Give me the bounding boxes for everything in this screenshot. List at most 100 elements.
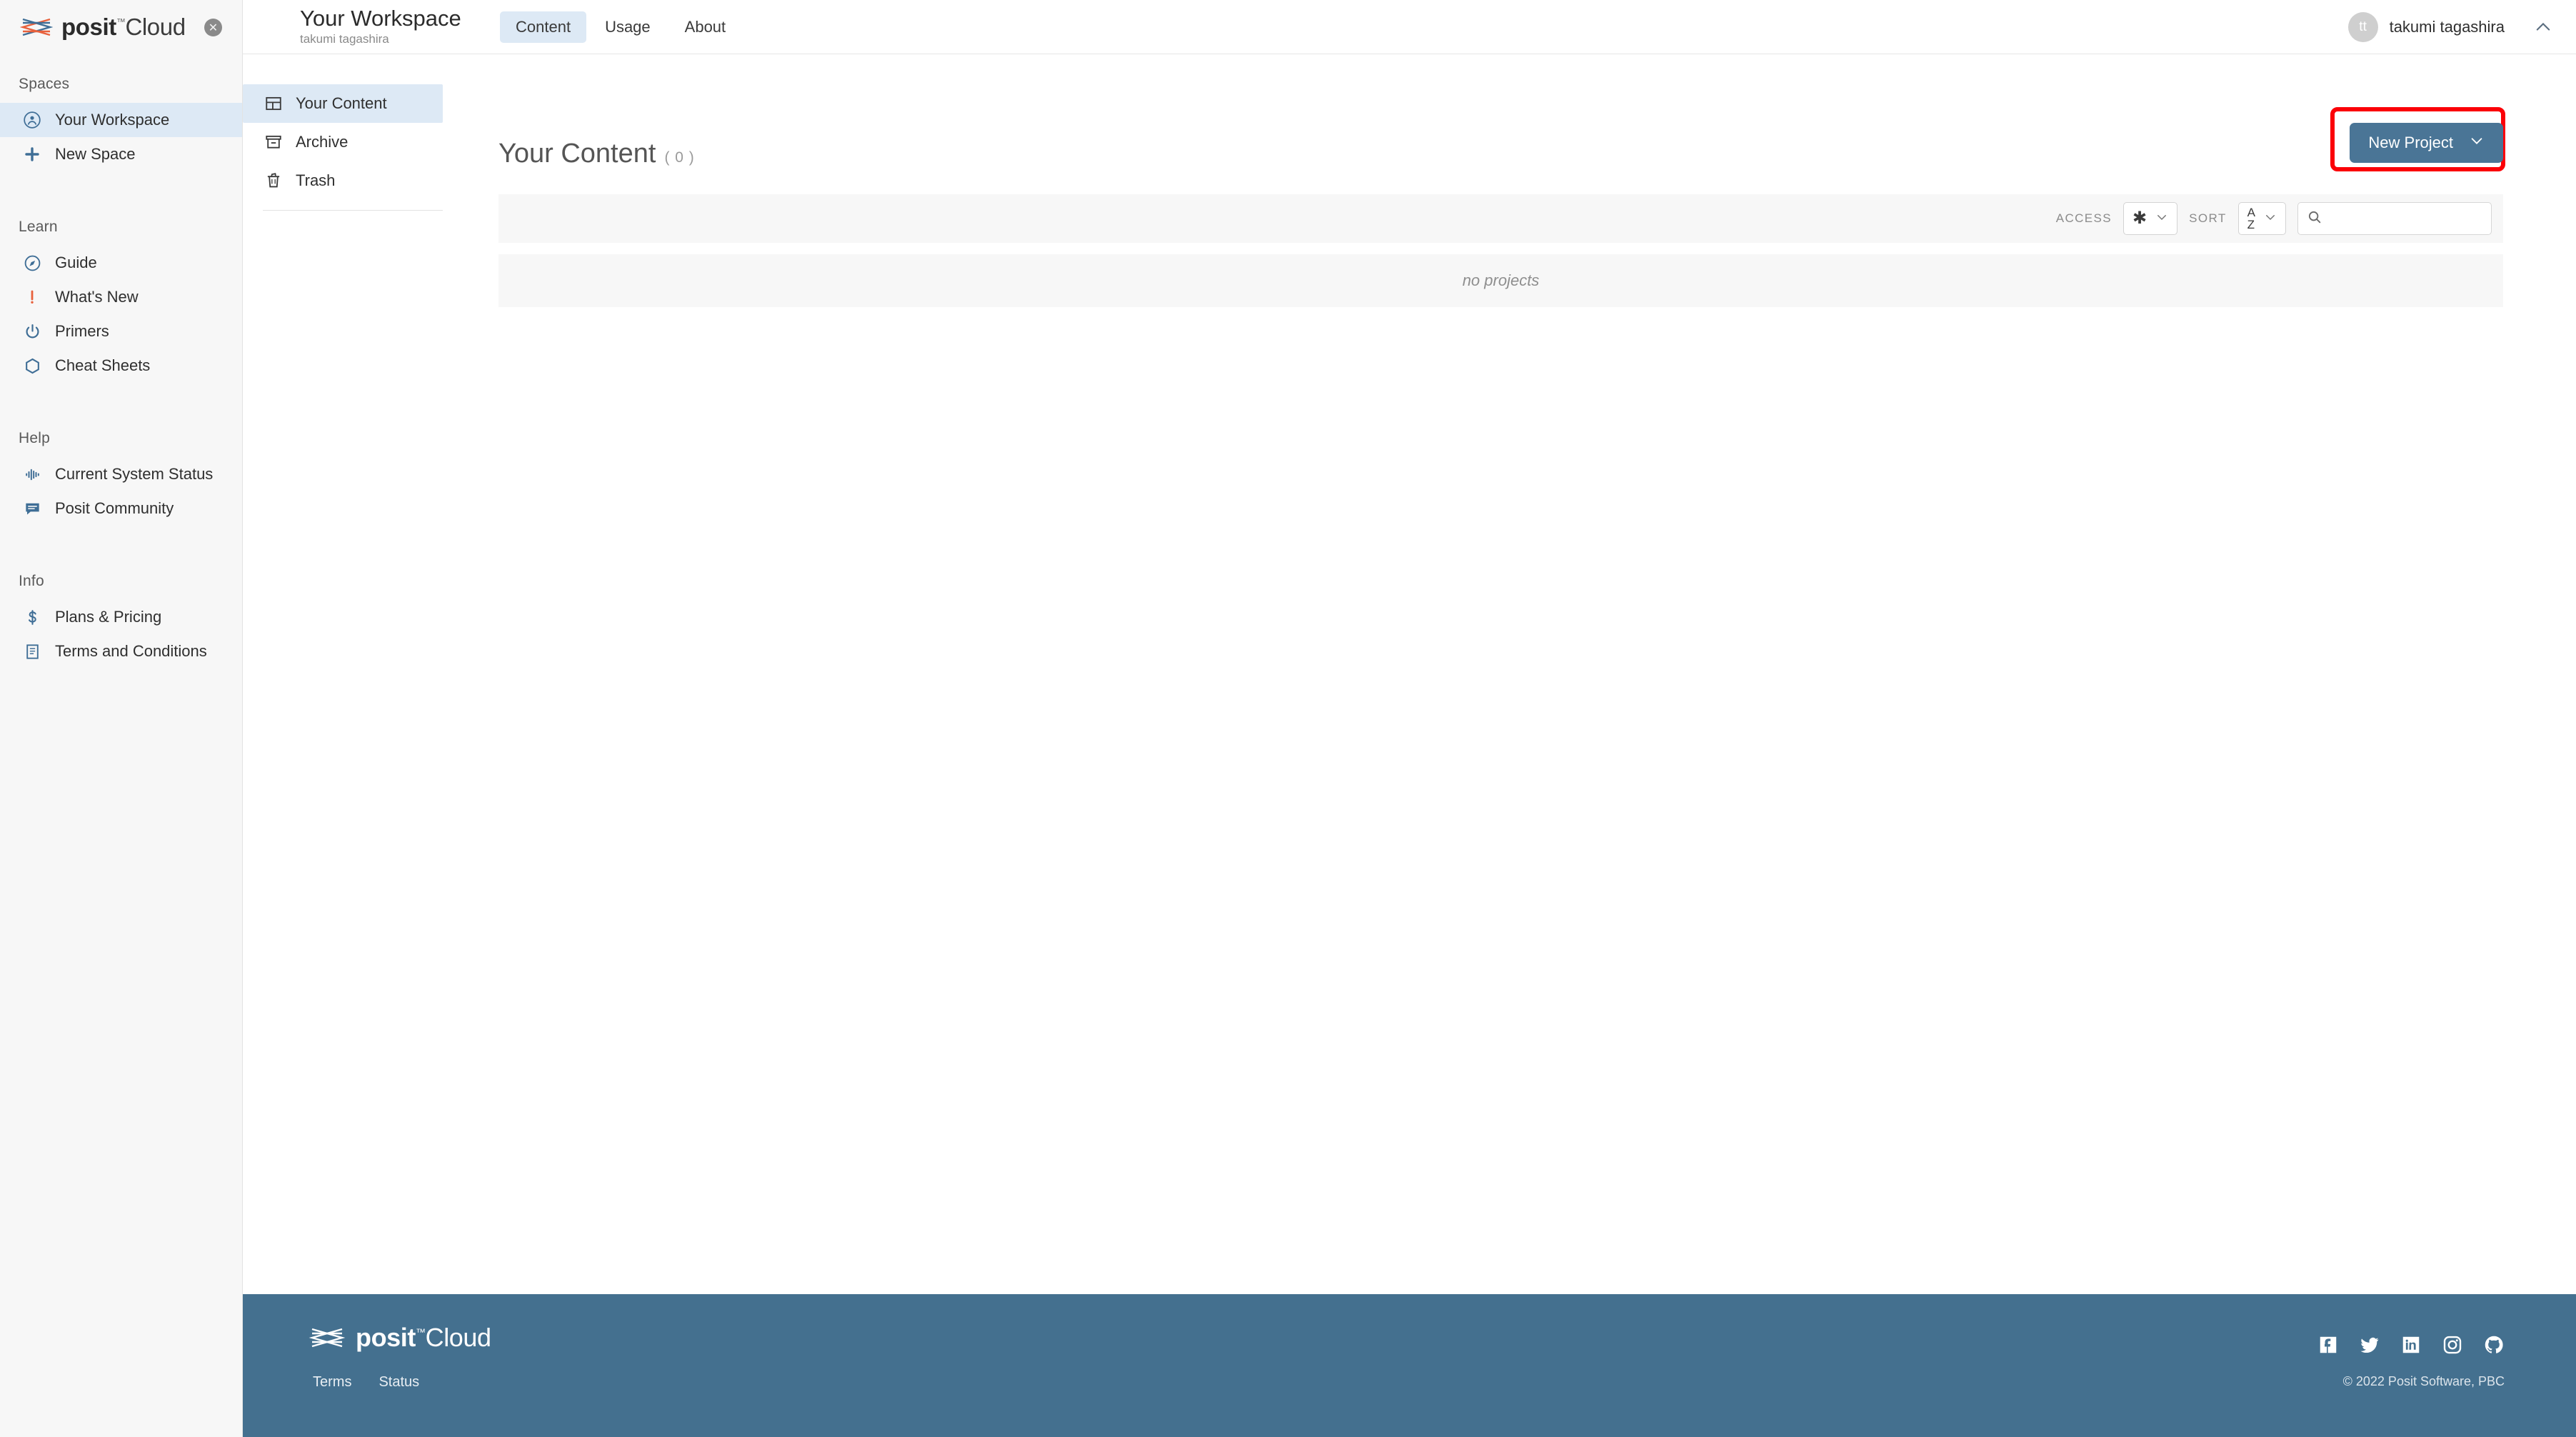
chat-icon — [21, 498, 43, 519]
content-nav: Your Content Archive Trash — [243, 54, 457, 1294]
document-icon — [21, 641, 43, 662]
sidebar-item-label: Posit Community — [55, 499, 174, 517]
new-project-button[interactable]: New Project — [2350, 123, 2503, 163]
sidebar-item-label: Terms and Conditions — [55, 642, 207, 660]
twitter-icon[interactable] — [2359, 1334, 2380, 1359]
facebook-icon[interactable] — [2317, 1334, 2339, 1359]
user-circle-icon — [21, 109, 43, 131]
sidebar-item-label: Plans & Pricing — [55, 608, 162, 626]
workspace-owner: takumi tagashira — [300, 32, 389, 46]
empty-state-row: no projects — [498, 254, 2503, 307]
asterisk-icon: ✱ — [2133, 209, 2147, 228]
close-icon[interactable]: ✕ — [204, 19, 222, 36]
sidebar-item-new-space[interactable]: New Space — [0, 137, 242, 171]
content-nav-item-archive[interactable]: Archive — [243, 123, 443, 161]
top-bar: Your Workspace takumi tagashira Content … — [243, 0, 2576, 54]
user-menu[interactable]: tt takumi tagashira — [2347, 0, 2505, 54]
sidebar-group-learn-label: Learn — [19, 219, 58, 235]
right-pane: Your Workspace takumi tagashira Content … — [243, 0, 2576, 1437]
sidebar-item-label: Current System Status — [55, 465, 214, 483]
search-input[interactable] — [2330, 211, 2482, 226]
sort-select[interactable]: A Z — [2237, 202, 2286, 235]
divider — [263, 210, 443, 211]
empty-state-message: no projects — [1462, 271, 1540, 289]
sidebar-item-label: Cheat Sheets — [55, 356, 151, 374]
chevron-up-icon[interactable] — [2533, 17, 2553, 41]
sidebar-item-terms-and-conditions[interactable]: Terms and Conditions — [0, 634, 242, 669]
sort-az-bottom: Z — [2247, 218, 2255, 231]
sidebar-group-spaces-label: Spaces — [19, 76, 70, 92]
top-tabs: Content Usage About — [500, 11, 741, 43]
brand-cloud: Cloud — [125, 14, 186, 40]
workspace-heading: Your Workspace takumi tagashira — [243, 5, 500, 47]
access-filter-select[interactable]: ✱ — [2123, 202, 2178, 235]
sidebar-item-guide[interactable]: Guide — [0, 246, 242, 280]
footer-link-terms[interactable]: Terms — [313, 1374, 351, 1391]
search-box[interactable] — [2297, 202, 2492, 235]
sidebar-item-whats-new[interactable]: What's New — [0, 280, 242, 314]
footer-wordmark: posit™Cloud — [356, 1323, 491, 1353]
left-sidebar: posit™Cloud ✕ Spaces Your Workspace New … — [0, 0, 243, 1437]
chevron-down-icon — [2155, 211, 2168, 227]
sidebar-item-plans-and-pricing[interactable]: Plans & Pricing — [0, 600, 242, 634]
tab-content[interactable]: Content — [500, 11, 587, 43]
sidebar-item-cheat-sheets[interactable]: Cheat Sheets — [0, 349, 242, 383]
dollar-icon — [21, 606, 43, 628]
footer-posit: posit — [356, 1323, 416, 1352]
content-title: Your Content — [498, 139, 656, 169]
power-icon — [21, 321, 43, 342]
archive-box-icon — [263, 131, 284, 153]
main-header: Your Content ( 0 ) New Project — [498, 54, 2506, 171]
sidebar-item-label: Your Workspace — [55, 111, 170, 129]
footer-cloud: Cloud — [425, 1323, 491, 1352]
content-nav-label: Your Content — [296, 94, 387, 112]
brand-posit: posit — [61, 14, 116, 40]
search-icon — [2307, 209, 2322, 229]
sort-az-top: A — [2247, 206, 2255, 219]
content-nav-label: Archive — [296, 133, 349, 151]
sort-az-icon: A Z — [2247, 206, 2255, 231]
access-label: ACCESS — [2055, 211, 2113, 225]
grid-icon — [263, 93, 284, 114]
github-icon[interactable] — [2483, 1334, 2505, 1359]
sidebar-item-label: Primers — [55, 322, 109, 340]
content-body: Your Content Archive Trash Your Content … — [243, 54, 2576, 1294]
tab-usage[interactable]: Usage — [589, 11, 666, 43]
content-nav-item-trash[interactable]: Trash — [243, 161, 443, 200]
exclamation-icon — [21, 286, 43, 308]
sidebar-item-primers[interactable]: Primers — [0, 314, 242, 349]
sidebar-item-posit-community[interactable]: Posit Community — [0, 491, 242, 526]
compass-icon — [21, 252, 43, 274]
content-nav-item-your-content[interactable]: Your Content — [243, 84, 443, 123]
chevron-down-icon — [2264, 211, 2277, 227]
footer: posit™Cloud Terms Status © 2022 Posit So… — [243, 1294, 2576, 1437]
brand-tm: ™ — [116, 16, 126, 27]
brand-wordmark: posit™Cloud — [61, 14, 186, 41]
trash-icon — [263, 170, 284, 191]
filter-toolbar: ACCESS ✱ SORT A Z — [498, 194, 2503, 243]
posit-logo-icon — [309, 1324, 346, 1351]
sidebar-item-your-workspace[interactable]: Your Workspace — [0, 103, 242, 137]
linkedin-icon[interactable] — [2400, 1334, 2422, 1359]
content-nav-label: Trash — [296, 171, 336, 189]
waveform-icon — [21, 464, 43, 485]
content-count: ( 0 ) — [664, 149, 695, 166]
footer-link-status[interactable]: Status — [379, 1374, 419, 1391]
sidebar-brand[interactable]: posit™Cloud ✕ — [0, 0, 242, 54]
sidebar-item-label: New Space — [55, 145, 136, 163]
sidebar-item-current-system-status[interactable]: Current System Status — [0, 457, 242, 491]
footer-copyright: © 2022 Posit Software, PBC — [2342, 1374, 2505, 1388]
sidebar-group-help-label: Help — [19, 430, 50, 446]
instagram-icon[interactable] — [2442, 1334, 2463, 1359]
hexagon-icon — [21, 355, 43, 376]
new-project-label: New Project — [2368, 134, 2453, 151]
page-title: Your Workspace — [300, 5, 461, 31]
footer-links: Terms Status — [313, 1374, 2505, 1391]
footer-brand: posit™Cloud — [309, 1323, 2505, 1353]
tab-about[interactable]: About — [669, 11, 742, 43]
sidebar-item-label: Guide — [55, 254, 97, 271]
